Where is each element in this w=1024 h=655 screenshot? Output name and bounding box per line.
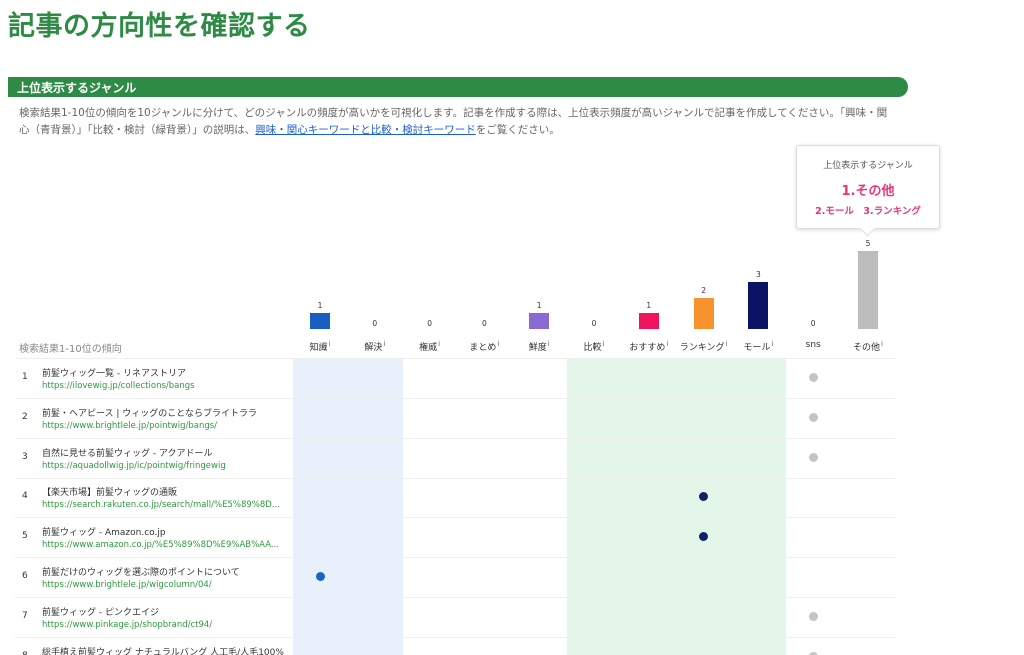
row-rank: 4 <box>22 491 28 502</box>
bar-value-label-10: 5 <box>865 239 871 248</box>
info-icon[interactable]: i <box>771 340 773 348</box>
table-row[interactable]: 4 【楽天市場】前髪ウィッグの通販 https://search.rakuten.c… <box>15 478 895 519</box>
row-url-link[interactable]: https://aquadollwig.jp/ic/pointwig/fring… <box>42 461 226 471</box>
tooltip-first-genre: 1.その他 <box>841 184 895 199</box>
genre-dot <box>808 611 818 621</box>
bar-6 <box>638 313 659 329</box>
row-rank: 3 <box>22 451 28 462</box>
genre-label-7[interactable]: ランキングi <box>674 340 734 353</box>
genre-name: ランキング <box>679 343 725 353</box>
genre-name: 鮮度 <box>528 343 547 353</box>
genre-name: 権威 <box>419 343 438 353</box>
genre-label-8[interactable]: モールi <box>728 340 788 353</box>
row-url-link[interactable]: https://ilovewig.jp/collections/bangs <box>42 381 195 391</box>
row-title: 前髪・ヘアピース | ウィッグのことならブライトララ <box>42 408 258 419</box>
bar-value-label-4: 1 <box>536 301 542 311</box>
table-header: 検索結果1-10位の傾向 <box>19 344 122 355</box>
genre-label-10[interactable]: その他i <box>838 340 898 353</box>
bar-value-label-3: 0 <box>482 319 487 328</box>
row-title: 前髪だけのウィッグを選ぶ際のポイントについて <box>42 568 240 578</box>
genre-name: まとめ <box>469 343 497 353</box>
bar-0 <box>310 313 330 329</box>
row-url-link[interactable]: https://www.pinkage.jp/shopbrand/ct94/ <box>42 620 212 630</box>
bar-8 <box>748 282 769 329</box>
table-row[interactable]: 5 前髪ウィッグ - Amazon.co.jp https://www.amazon… <box>15 518 895 559</box>
genre-dot <box>699 532 709 542</box>
bar-value-label-0: 1 <box>317 301 323 311</box>
info-icon[interactable]: i <box>603 340 605 348</box>
row-title: 前髪ウィッグ - Amazon.co.jp <box>42 528 166 539</box>
tooltip-title: 上位表示するジャンル <box>823 161 913 171</box>
info-icon[interactable]: i <box>383 340 385 348</box>
row-url-link[interactable]: https://www.brightlele.jp/wigcolumn/04/ <box>42 580 212 590</box>
info-icon[interactable]: i <box>666 340 668 348</box>
genre-label-2[interactable]: 権威i <box>400 340 460 353</box>
row-title: 【楽天市場】前髪ウィッグの通販 <box>42 488 178 499</box>
info-icon[interactable]: i <box>329 340 331 348</box>
bar-value-label-1: 0 <box>372 319 378 328</box>
bar-10 <box>858 251 878 329</box>
genre-name: おすすめ <box>629 343 666 353</box>
genre-label-3[interactable]: まとめi <box>454 340 514 353</box>
genre-dot <box>808 452 818 462</box>
table-row[interactable]: 7 前髪ウィッグ - ピンクエイジ https://www.pinkage.jp/s… <box>15 598 895 638</box>
genre-dot <box>315 572 325 581</box>
genre-name: モール <box>743 343 771 353</box>
row-url-link[interactable]: https://www.brightlele.jp/pointwig/bangs… <box>42 421 217 431</box>
keyword-explanation-link[interactable]: 興味・関心キーワードと比較・検討キーワード <box>255 124 476 136</box>
row-rank: 8 <box>22 651 28 655</box>
row-url-link[interactable]: https://www.amazon.co.jp/%E5%89%8D%E9%AB… <box>42 540 279 550</box>
bar-value-label-5: 0 <box>591 319 597 328</box>
info-icon[interactable]: i <box>497 340 499 348</box>
genre-name: 解決 <box>364 343 383 353</box>
bar-value-label-6: 1 <box>646 301 652 311</box>
row-rank: 2 <box>22 411 28 422</box>
table-row[interactable]: 3 自然に見せる前髪ウィッグ - アクアドール https://aquadollwi… <box>15 439 895 479</box>
genre-label-6[interactable]: おすすめi <box>619 340 679 353</box>
section-header: 上位表示するジャンル <box>8 77 908 97</box>
top-genre-tooltip: 上位表示するジャンル 1.その他 2.モール 3.ランキング <box>796 145 940 229</box>
table-row[interactable]: 1 前髪ウィッグ一覧 - リネアストリア https://ilovewig.jp/c… <box>15 359 895 399</box>
genre-label-0[interactable]: 知識i <box>290 340 350 353</box>
genre-name: その他 <box>853 343 881 353</box>
genre-label-4[interactable]: 鮮度i <box>509 340 569 353</box>
table-row[interactable]: 2 前髪・ヘアピース | ウィッグのことならブライトララ https://www.b… <box>15 399 895 439</box>
bar-value-label-2: 0 <box>427 319 432 328</box>
section-description: 検索結果1-10位の傾向を10ジャンルに分けて、どのジャンルの頻度が高いかを可視… <box>19 105 889 139</box>
genre-label-5[interactable]: 比較i <box>564 340 624 353</box>
description-text-end: をご覧ください。 <box>475 124 560 136</box>
row-rank: 6 <box>22 571 28 581</box>
info-icon[interactable]: i <box>438 340 440 348</box>
genre-dot <box>808 412 818 422</box>
bar-4 <box>529 313 550 329</box>
genre-name: sns <box>805 340 821 350</box>
info-icon[interactable]: i <box>881 340 883 348</box>
info-icon[interactable]: i <box>725 340 727 348</box>
row-rank: 1 <box>22 372 28 382</box>
row-rank: 5 <box>22 531 28 542</box>
row-title: 総手植え前髪ウィッグ ナチュラルバング 人工毛/人毛100% <box>42 647 284 655</box>
section-title: 上位表示するジャンル <box>17 81 137 95</box>
bar-value-label-7: 2 <box>701 285 706 295</box>
row-title: 前髪ウィッグ - ピンクエイジ <box>42 607 159 618</box>
genre-dot <box>808 651 818 655</box>
bar-7 <box>693 297 714 329</box>
genre-dot <box>699 492 709 502</box>
page-title: 記事の方向性を確認する <box>8 11 311 42</box>
bar-value-label-8: 3 <box>756 270 761 280</box>
tooltip-other-genres: 2.モール 3.ランキング <box>815 206 921 217</box>
info-icon[interactable]: i <box>548 340 550 348</box>
row-title: 自然に見せる前髪ウィッグ - アクアドール <box>42 448 213 459</box>
table-row[interactable]: 6 前髪だけのウィッグを選ぶ際のポイントについて https://www.brigh… <box>15 558 895 598</box>
table-row[interactable]: 8 総手植え前髪ウィッグ ナチュラルバング 人工毛/人毛100% <box>15 638 895 655</box>
row-url-link[interactable]: https://search.rakuten.co.jp/search/mall… <box>42 500 280 510</box>
bar-value-label-9: 0 <box>810 319 816 328</box>
genre-label-9[interactable]: sns <box>783 340 843 350</box>
genre-name: 知識 <box>309 343 328 353</box>
row-rank: 7 <box>22 610 28 621</box>
row-title: 前髪ウィッグ一覧 - リネアストリア <box>42 369 186 379</box>
genre-name: 比較 <box>583 343 602 353</box>
genre-dot <box>808 373 818 382</box>
genre-label-1[interactable]: 解決i <box>345 340 405 353</box>
